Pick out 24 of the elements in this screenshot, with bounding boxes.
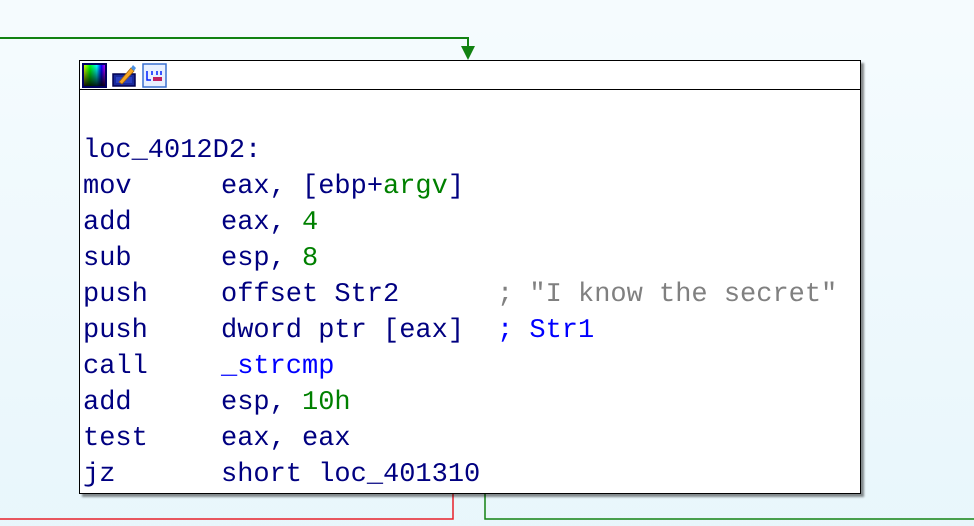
instruction-operands: dword ptr [eax] bbox=[221, 315, 466, 348]
instruction-operands: short loc_401310 bbox=[221, 459, 482, 492]
instruction-mnemonic: add bbox=[83, 387, 133, 420]
instruction-mnemonic: call bbox=[83, 351, 149, 384]
instruction-comment: ; Str1 bbox=[497, 315, 596, 348]
instruction-comment: ; "I know the secret" bbox=[497, 279, 838, 312]
instruction-operands: offset Str2 bbox=[221, 279, 400, 312]
instruction-mnemonic: push bbox=[83, 279, 149, 312]
instruction-mnemonic: mov bbox=[83, 171, 133, 204]
instruction-operands: eax, [ebp+argv] bbox=[221, 171, 466, 204]
instruction-mnemonic: push bbox=[83, 315, 149, 348]
instruction-operands: _strcmp bbox=[221, 351, 336, 384]
instruction-mnemonic: sub bbox=[83, 243, 133, 276]
instruction-operands: eax, eax bbox=[221, 423, 352, 456]
instruction-operands: esp, 10h bbox=[221, 387, 352, 420]
instruction-operands: esp, 8 bbox=[221, 243, 320, 276]
instruction-mnemonic: test bbox=[83, 423, 149, 456]
instruction-mnemonic: jz bbox=[83, 459, 116, 492]
instruction-operands: eax, 4 bbox=[221, 207, 320, 240]
graph-overview-icon[interactable] bbox=[142, 62, 167, 88]
location-label: loc_4012D2: bbox=[83, 135, 262, 168]
palette-icon[interactable] bbox=[82, 62, 107, 88]
pencil-icon[interactable] bbox=[112, 62, 137, 88]
instruction-mnemonic: add bbox=[83, 207, 133, 240]
